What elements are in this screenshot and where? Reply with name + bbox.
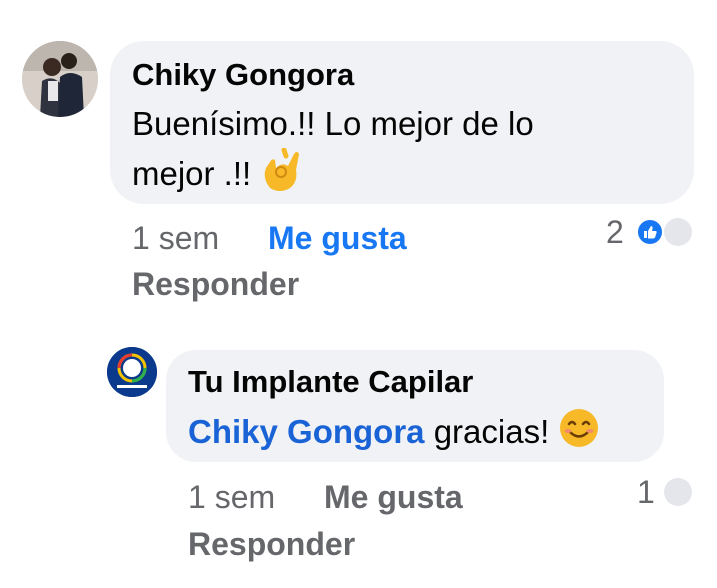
reply-mention-link[interactable]: Chiky Gongora — [188, 413, 425, 450]
reaction-placeholder-icon — [664, 218, 692, 246]
comment-reaction-count[interactable]: 2 — [606, 214, 624, 251]
reply-time[interactable]: 1 sem — [188, 479, 275, 516]
reply-text: gracias! — [424, 413, 550, 451]
comment-author[interactable]: Chiky Gongora — [132, 57, 354, 93]
comment-text-line2-wrap: mejor .!! — [132, 147, 302, 205]
smiling-face-emoji — [558, 407, 600, 462]
reaction-placeholder-icon — [664, 478, 692, 506]
reply-like-button[interactable]: Me gusta — [324, 479, 463, 516]
comment-text-line1: Buenísimo.!! Lo mejor de lo — [132, 105, 534, 142]
comment-reply-button[interactable]: Responder — [132, 266, 299, 303]
ok-hand-emoji — [260, 147, 302, 205]
reply-author[interactable]: Tu Implante Capilar — [188, 364, 473, 400]
comment-time[interactable]: 1 sem — [132, 220, 219, 257]
thumbs-up-icon[interactable] — [636, 218, 664, 246]
commenter-avatar[interactable] — [22, 41, 98, 117]
comment-like-button[interactable]: Me gusta — [268, 220, 407, 257]
reply-reaction-count[interactable]: 1 — [637, 474, 655, 511]
comment-text-line2: mejor .!! — [132, 155, 252, 193]
page-avatar[interactable] — [107, 347, 157, 397]
reply-text-wrap: Chiky Gongora gracias! — [188, 407, 600, 462]
reply-reply-button[interactable]: Responder — [188, 526, 355, 563]
